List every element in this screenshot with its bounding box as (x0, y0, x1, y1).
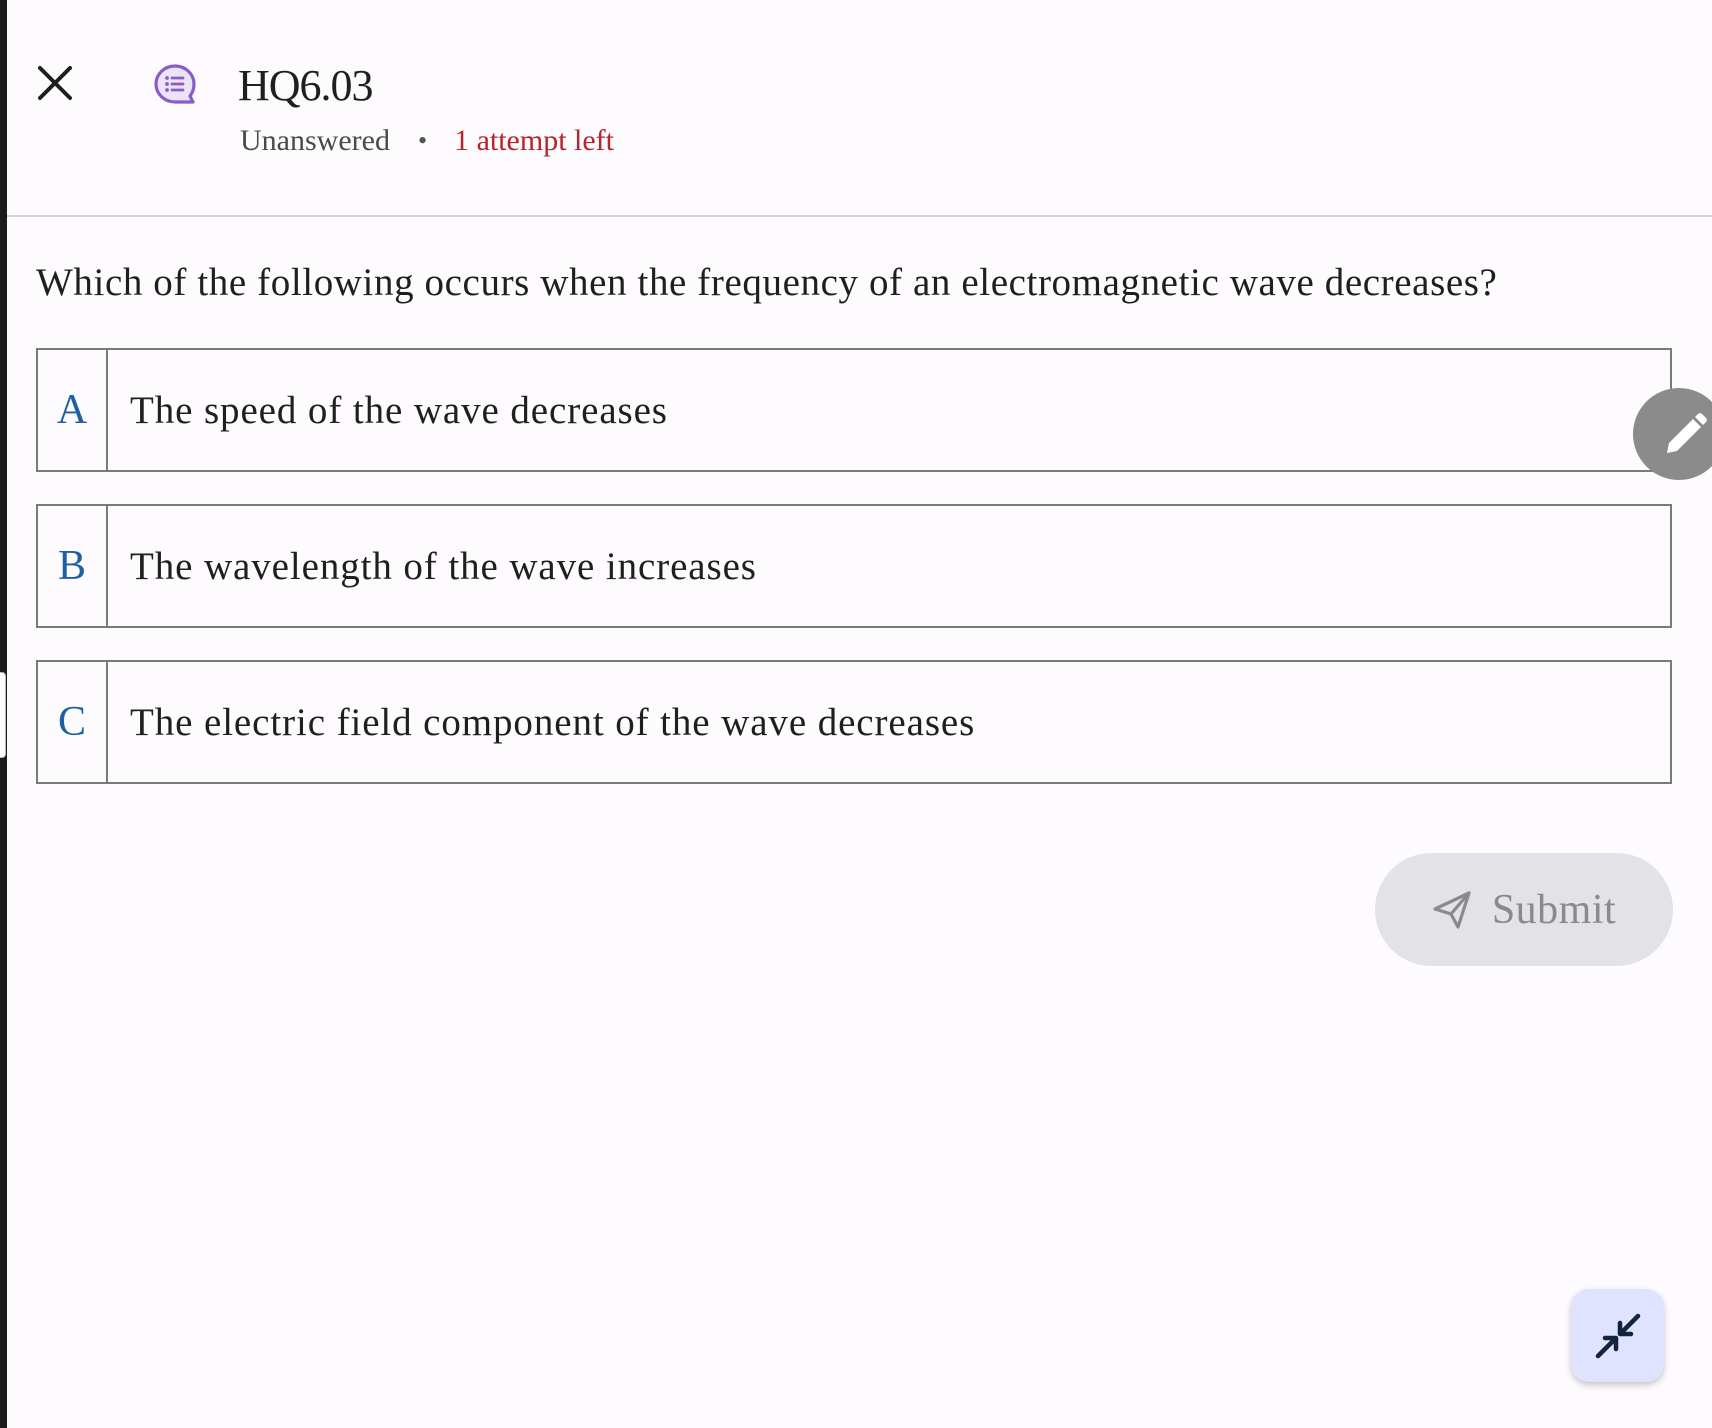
question-text: Which of the following occurs when the f… (36, 261, 1498, 304)
submit-button[interactable]: Submit (1375, 853, 1673, 966)
collapse-button[interactable] (1571, 1289, 1664, 1382)
option-text: The wavelength of the wave increases (130, 544, 757, 588)
collapse-icon (1595, 1313, 1640, 1358)
option-text: The speed of the wave decreases (130, 388, 668, 432)
header-divider (7, 215, 1712, 217)
question-meta: Unanswered • 1 attempt left (240, 124, 614, 158)
pencil-icon (1667, 413, 1707, 453)
option-text: The electric field component of the wave… (130, 700, 976, 744)
meta-separator: • (417, 126, 428, 155)
answer-status: Unanswered (240, 124, 390, 157)
question-title: HQ6.03 (238, 61, 374, 110)
option-letter: C (38, 662, 108, 782)
send-icon (1433, 890, 1471, 929)
option-letter: B (38, 506, 108, 626)
option-b[interactable]: B The wavelength of the wave increases (36, 504, 1672, 628)
submit-label: Submit (1491, 886, 1617, 933)
option-c[interactable]: C The electric field component of the wa… (36, 660, 1672, 784)
close-icon (38, 66, 72, 100)
chat-list-icon (152, 62, 198, 108)
option-a[interactable]: A The speed of the wave decreases (36, 348, 1672, 472)
attempts-remaining: 1 attempt left (454, 124, 615, 157)
resize-handle[interactable] (0, 672, 6, 758)
option-letter: A (38, 350, 108, 470)
close-button[interactable] (30, 58, 80, 108)
